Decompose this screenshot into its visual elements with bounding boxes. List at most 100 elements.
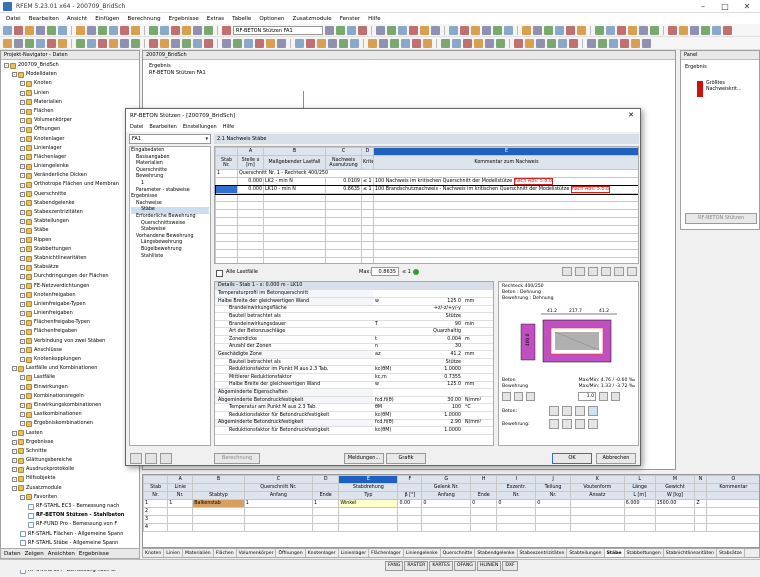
dialog-tree-item[interactable]: Längsbewehrung [131, 240, 209, 247]
navigator-item[interactable]: -Stabendgelenke [1, 199, 139, 208]
toolbar-button-icon[interactable] [255, 39, 264, 48]
expand-icon[interactable]: - [20, 394, 25, 399]
expand-icon[interactable]: - [12, 477, 17, 482]
table-cell[interactable]: 0 [422, 500, 471, 508]
table-cell[interactable]: Balkenstab [193, 500, 244, 508]
navigator-item[interactable]: -Kombinationsregeln [1, 392, 139, 401]
navigator-item[interactable]: -Knotenlager [1, 135, 139, 144]
dialog-tree-item[interactable]: Stabweise [131, 227, 209, 234]
toolbar-button-icon[interactable] [493, 26, 502, 35]
navigator-item[interactable]: -Stäbe [1, 226, 139, 235]
expand-icon[interactable]: - [12, 431, 17, 436]
table-cell[interactable] [193, 524, 244, 532]
table-cell[interactable] [244, 524, 312, 532]
toolbar-button-icon[interactable] [295, 39, 304, 48]
table-cell[interactable]: 6.000 [624, 500, 655, 508]
toolbar-button-icon[interactable] [204, 39, 213, 48]
dialog-tree-item[interactable]: Eingabedaten [131, 148, 209, 155]
table-tool-icon[interactable] [614, 267, 624, 276]
navigator-item[interactable]: -Öffnungen [1, 125, 139, 134]
menu-item[interactable]: Ergebnisse [169, 16, 199, 22]
toolbar-button-icon[interactable] [47, 26, 56, 35]
expand-icon[interactable]: - [20, 210, 25, 215]
display-option-icon[interactable] [575, 419, 585, 429]
navigator-item[interactable]: -Materialien [1, 98, 139, 107]
toolbar-button-icon[interactable] [595, 26, 604, 35]
table-cell[interactable] [313, 516, 339, 524]
toolbar-button-icon[interactable] [120, 26, 129, 35]
toolbar-button-icon[interactable] [306, 39, 315, 48]
table-cell[interactable] [536, 516, 571, 524]
navigator-item[interactable]: -Querschnitte [1, 190, 139, 199]
toolbar-button-icon[interactable] [609, 39, 618, 48]
result-row[interactable]: 0.000LK10 - min N0.8635≤ 1100 Brandschut… [216, 186, 640, 194]
navigator-item[interactable]: -FE-Netzverdichtungen [1, 282, 139, 291]
toolbar-button-icon[interactable] [387, 26, 396, 35]
table-row[interactable]: 4 [144, 524, 760, 532]
toolbar-button-icon[interactable] [171, 26, 180, 35]
table-cell[interactable] [193, 516, 244, 524]
toolbar-button-icon[interactable] [193, 26, 202, 35]
toolbar-button-icon[interactable] [222, 39, 231, 48]
navigator-tab[interactable]: Zeigen [25, 551, 44, 557]
toolbar-button-icon[interactable] [558, 39, 567, 48]
dialog-tree-item[interactable]: Erforderliche Bewehrung [131, 214, 209, 221]
display-option-icon[interactable] [549, 419, 559, 429]
navigator-item[interactable]: -Anschlüsse [1, 346, 139, 355]
table-cell[interactable] [422, 508, 471, 516]
navigator-item[interactable]: -Stabexzentrizitäten [1, 208, 139, 217]
table-cell[interactable] [695, 508, 706, 516]
table-cell[interactable] [655, 508, 695, 516]
expand-icon[interactable]: - [20, 357, 25, 362]
menu-item[interactable]: Extras [207, 16, 224, 22]
expand-icon[interactable]: - [12, 366, 17, 371]
toolbar-button-icon[interactable] [577, 26, 586, 35]
table-tab[interactable]: Linienlager [339, 549, 369, 557]
expand-icon[interactable]: - [20, 375, 25, 380]
table-tab[interactable]: Linien [164, 549, 183, 557]
expand-icon[interactable]: - [20, 192, 25, 197]
expand-icon[interactable]: - [20, 137, 25, 142]
table-cell[interactable] [398, 524, 422, 532]
toolbar-button-icon[interactable] [474, 39, 483, 48]
table-tab[interactable]: Liniengelenke [404, 549, 441, 557]
toolbar-button-icon[interactable] [244, 39, 253, 48]
navigator-item[interactable]: -Stabteilungen [1, 217, 139, 226]
menu-item[interactable]: Einfügen [95, 16, 119, 22]
expand-icon[interactable]: - [20, 421, 25, 426]
toolbar-button-icon[interactable] [182, 26, 191, 35]
expand-icon[interactable]: - [12, 72, 17, 77]
expand-icon[interactable]: - [20, 219, 25, 224]
toolbar-button-icon[interactable] [642, 39, 651, 48]
table-cell[interactable]: 0 [497, 500, 536, 508]
toolbar-button-icon[interactable] [690, 26, 699, 35]
table-tool-icon[interactable] [562, 267, 572, 276]
expand-icon[interactable]: - [12, 449, 17, 454]
navigator-item[interactable]: -Lasten [1, 429, 139, 438]
export-table-icon[interactable] [160, 453, 172, 464]
toolbar-button-icon[interactable] [617, 26, 626, 35]
panel-module-button[interactable]: RF-BETON Stützen [685, 213, 757, 224]
toolbar-button-icon[interactable] [317, 39, 326, 48]
navigator-item[interactable]: -200709_BridSch [1, 61, 139, 70]
expand-icon[interactable]: - [20, 91, 25, 96]
table-tab[interactable]: Querschnitte [441, 549, 476, 557]
toolbar-button-icon[interactable] [423, 39, 432, 48]
navigator-item[interactable]: -Volumenkörper [1, 116, 139, 125]
table-cell[interactable] [168, 516, 193, 524]
display-option-icon[interactable] [575, 406, 585, 416]
expand-icon[interactable]: - [20, 164, 25, 169]
toolbar-button-icon[interactable] [222, 26, 231, 35]
toolbar-button-icon[interactable] [336, 26, 345, 35]
table-cell[interactable] [695, 524, 706, 532]
table-tool-icon[interactable] [575, 267, 585, 276]
toolbar-button-icon[interactable] [463, 39, 472, 48]
navigator-item[interactable]: -Ausdruckprotokolle [1, 465, 139, 474]
table-cell[interactable] [570, 516, 624, 524]
table-cell[interactable]: 0 [536, 500, 571, 508]
table-cell[interactable] [497, 516, 536, 524]
toolbar-button-icon[interactable] [160, 26, 169, 35]
navigator-item[interactable]: -Glättungsbereiche [1, 456, 139, 465]
toolbar-button-icon[interactable] [547, 39, 556, 48]
navigator-item[interactable]: -Lastkombinationen [1, 410, 139, 419]
